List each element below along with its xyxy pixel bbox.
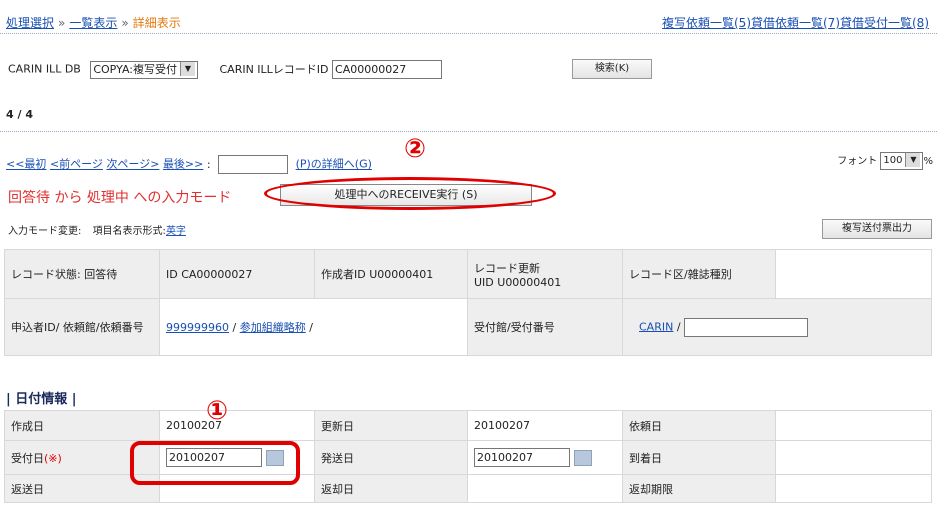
copy-request-list-link[interactable]: 複写依頼一覧(5) (662, 16, 751, 30)
search-button[interactable]: 検索(K) (572, 59, 652, 79)
font-size-select[interactable]: 100 ▼ (880, 152, 924, 170)
record-id-label: CARIN ILLレコードID (219, 62, 329, 76)
record-update: レコード更新 UID U00000401 (467, 249, 623, 299)
receiving-library-value: CARIN / (622, 298, 932, 356)
sent-date-label: 発送日 (314, 440, 468, 475)
goto-detail-link[interactable]: (P)の詳細へ(G) (296, 158, 372, 171)
separator: / (676, 320, 681, 333)
received-date-label-text: 受付日 (11, 451, 44, 465)
input-mode-text: 回答待 から 処理中 への入力モード (8, 190, 232, 206)
input-mode-row: 入力モード変更: 項目名表示形式:英字 (8, 222, 186, 237)
created-label: 作成日 (4, 410, 160, 441)
chevron-down-icon: ▼ (179, 61, 195, 76)
applicant-id-link[interactable]: 999999960 (166, 321, 229, 334)
item-name-format-label: 項目名表示形式: (92, 226, 166, 237)
request-date-value (775, 410, 932, 441)
breadcrumb-list-view[interactable]: 一覧表示 (69, 16, 117, 30)
updated-value: 20100207 (467, 410, 623, 441)
receiving-number-input[interactable] (684, 317, 809, 337)
db-label: CARIN ILL DB (8, 62, 81, 76)
annotation-number-2: ② (404, 134, 427, 164)
record-info-table: レコード状態: 回答待 ID CA00000027 作成者ID U0000040… (4, 249, 932, 356)
divider (0, 33, 937, 34)
last-page-link[interactable]: 最後>> (163, 158, 203, 171)
record-status: レコード状態: 回答待 (4, 249, 160, 299)
record-update-title: レコード更新 (474, 261, 540, 275)
return-due-value (775, 474, 932, 503)
request-date-label: 依頼日 (622, 410, 776, 441)
db-select[interactable]: COPYA:複写受付 ▼ (90, 60, 198, 79)
applicant-value: 999999960 / 参加組織略称 / (159, 298, 468, 356)
page-number-input[interactable] (218, 155, 289, 174)
applicant-label: 申込者ID/ 依頼館/依頼番号 (4, 298, 160, 356)
pager: <<最初 <前ページ 次ページ> 最後>> : (P)の詳細へ(G) (6, 155, 372, 174)
receiving-library-label: 受付館/受付番号 (467, 298, 623, 356)
updated-label: 更新日 (314, 410, 468, 441)
input-mode-label: 入力モード変更: (8, 226, 82, 237)
record-type: レコード区/雑誌種別 (622, 249, 776, 299)
return-date-label: 返却日 (314, 474, 468, 503)
creator-id: 作成者ID U00000401 (314, 249, 468, 299)
return-due-label: 返却期限 (622, 474, 776, 503)
breadcrumb-process-select[interactable]: 処理選択 (6, 16, 54, 30)
breadcrumb-detail-view: 詳細表示 (132, 16, 181, 30)
font-label: フォント (837, 156, 878, 167)
applicant-org-link[interactable]: 参加組織略称 (240, 321, 306, 334)
first-page-link[interactable]: <<最初 (6, 158, 46, 171)
record-count: 4 / 4 (6, 108, 33, 121)
record-update-uid: UID U00000401 (474, 275, 562, 289)
next-page-link[interactable]: 次ページ> (106, 158, 159, 171)
breadcrumb: 処理選択» 一覧表示» 詳細表示 (6, 14, 181, 31)
copy-slip-output-button[interactable]: 複写送付票出力 (822, 219, 932, 239)
arrival-date-label: 到着日 (622, 440, 776, 475)
record-id: ID CA00000027 (159, 249, 315, 299)
breadcrumb-separator: » (58, 16, 66, 30)
sent-date-input[interactable]: 20100207 (474, 448, 570, 467)
record-id-input[interactable]: CA00000027 (332, 60, 443, 79)
item-name-format-link[interactable]: 英字 (166, 226, 186, 237)
top-links: 複写依頼一覧(5)貸借依頼一覧(7)貸借受付一覧(8) (662, 14, 929, 31)
record-type-value (775, 249, 932, 299)
annotation-number-1: ① (206, 396, 229, 426)
font-size-value: 100 (883, 155, 903, 166)
sent-date-cell: 20100207 (467, 440, 623, 475)
annotation-box (130, 441, 300, 485)
search-row: CARIN ILL DB COPYA:複写受付 ▼ CARIN ILLレコードID… (8, 60, 443, 79)
receiving-library-link[interactable]: CARIN (639, 320, 673, 333)
prev-page-link[interactable]: <前ページ (50, 158, 103, 171)
loan-receipt-list-link[interactable]: 貸借受付一覧(8) (840, 16, 929, 30)
return-date-value (467, 474, 623, 503)
arrival-date-value (775, 440, 932, 475)
pager-colon: : (206, 157, 211, 171)
date-info-heading: | 日付情報 | (6, 392, 77, 407)
required-mark: (※) (44, 451, 62, 465)
calendar-icon[interactable] (573, 449, 592, 466)
font-unit: % (923, 156, 933, 167)
separator: / (232, 321, 237, 334)
divider (0, 131, 937, 132)
db-select-value: COPYA:複写受付 (93, 62, 177, 76)
breadcrumb-separator: » (121, 16, 129, 30)
font-size-control: フォント 100 ▼% (837, 152, 933, 170)
loan-request-list-link[interactable]: 貸借依頼一覧(7) (751, 16, 840, 30)
chevron-down-icon: ▼ (905, 153, 921, 167)
annotation-oval (264, 177, 556, 210)
separator: / (309, 321, 313, 334)
created-value: 20100207 (159, 410, 315, 441)
